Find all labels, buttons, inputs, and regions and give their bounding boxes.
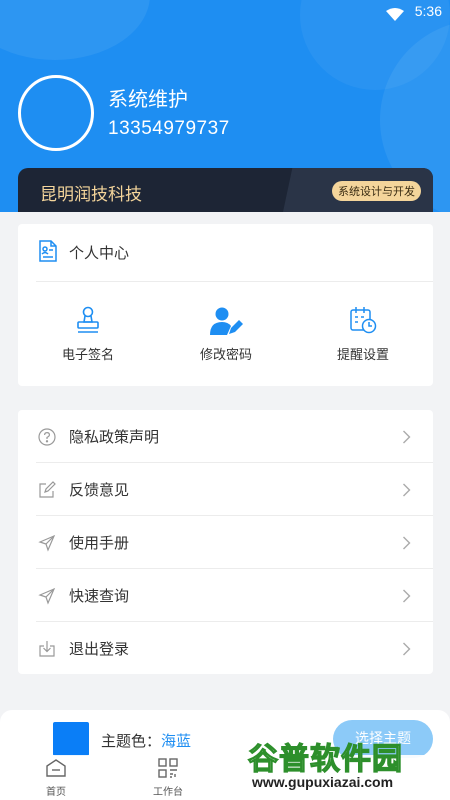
question-circle-icon (38, 428, 56, 450)
company-tag: 系统设计与开发 (332, 181, 421, 201)
tab-workbench-label: 工作台 (153, 787, 183, 798)
reminder-settings-label: 提醒设置 (336, 348, 389, 363)
tab-home[interactable]: 首页 (16, 758, 96, 798)
download-icon (38, 640, 56, 662)
menu-item-quick-query[interactable]: 快速查询 (18, 569, 433, 622)
avatar[interactable] (18, 75, 94, 151)
chevron-right-icon (402, 588, 411, 607)
menu-item-label: 退出登录 (69, 640, 130, 658)
personal-center-card: 个人中心 电子签名 修改密码 提醒设置 (18, 224, 433, 386)
user-name: 系统维护 (108, 87, 188, 111)
chevron-right-icon (402, 535, 411, 554)
menu-item-label: 使用手册 (69, 534, 130, 552)
personal-center-title: 个人中心 (69, 244, 130, 262)
profile-card-icon (38, 240, 58, 266)
chevron-right-icon (402, 482, 411, 501)
status-time: 5:36 (414, 3, 442, 19)
menu-item-privacy[interactable]: 隐私政策声明 (18, 410, 433, 463)
theme-label: 主题色：海蓝 (101, 730, 191, 751)
change-password-label: 修改密码 (199, 348, 252, 363)
send-icon (38, 587, 56, 609)
theme-value: 海蓝 (161, 732, 192, 750)
stamp-icon (28, 306, 148, 336)
company-banner: 昆明润技科技 系统设计与开发 (18, 168, 433, 212)
home-icon (45, 759, 67, 782)
send-icon (38, 534, 56, 556)
grid-icon (158, 758, 178, 782)
company-name: 昆明润技科技 (40, 185, 142, 205)
profile-header: 系统维护 13354979737 昆明润技科技 系统设计与开发 (0, 0, 450, 212)
watermark-text: 谷普软件园 (247, 741, 403, 777)
personal-center-header[interactable]: 个人中心 (18, 224, 433, 280)
chevron-right-icon (402, 429, 411, 448)
menu-item-manual[interactable]: 使用手册 (18, 516, 433, 569)
tab-workbench[interactable]: 工作台 (128, 758, 208, 798)
reminder-settings-button[interactable]: 提醒设置 (303, 306, 423, 366)
menu-item-label: 隐私政策声明 (69, 428, 160, 446)
watermark-url: www.gupuxiazai.com (250, 774, 396, 790)
tab-home-label: 首页 (46, 787, 66, 798)
change-password-button[interactable]: 修改密码 (166, 306, 286, 366)
chevron-right-icon (402, 641, 411, 660)
menu-item-label: 反馈意见 (69, 481, 130, 499)
wifi-icon (386, 6, 404, 25)
menu-item-feedback[interactable]: 反馈意见 (18, 463, 433, 516)
status-bar: 5:36 (0, 0, 450, 24)
menu-item-label: 快速查询 (69, 587, 130, 605)
e-signature-button[interactable]: 电子签名 (28, 306, 148, 366)
menu-item-logout[interactable]: 退出登录 (18, 622, 433, 675)
edit-icon (38, 481, 56, 503)
user-phone: 13354979737 (108, 118, 230, 139)
user-edit-icon (166, 306, 286, 336)
e-signature-label: 电子签名 (61, 348, 114, 363)
divider (36, 281, 433, 282)
theme-color-swatch[interactable] (53, 722, 89, 756)
theme-label-text: 主题色： (101, 732, 162, 750)
settings-menu: 隐私政策声明 反馈意见 使用手册 快速查询 退出登录 (18, 410, 433, 674)
calendar-clock-icon (303, 306, 423, 336)
watermark-logo: 谷普软件园 www.gupuxiazai.com (247, 734, 448, 796)
